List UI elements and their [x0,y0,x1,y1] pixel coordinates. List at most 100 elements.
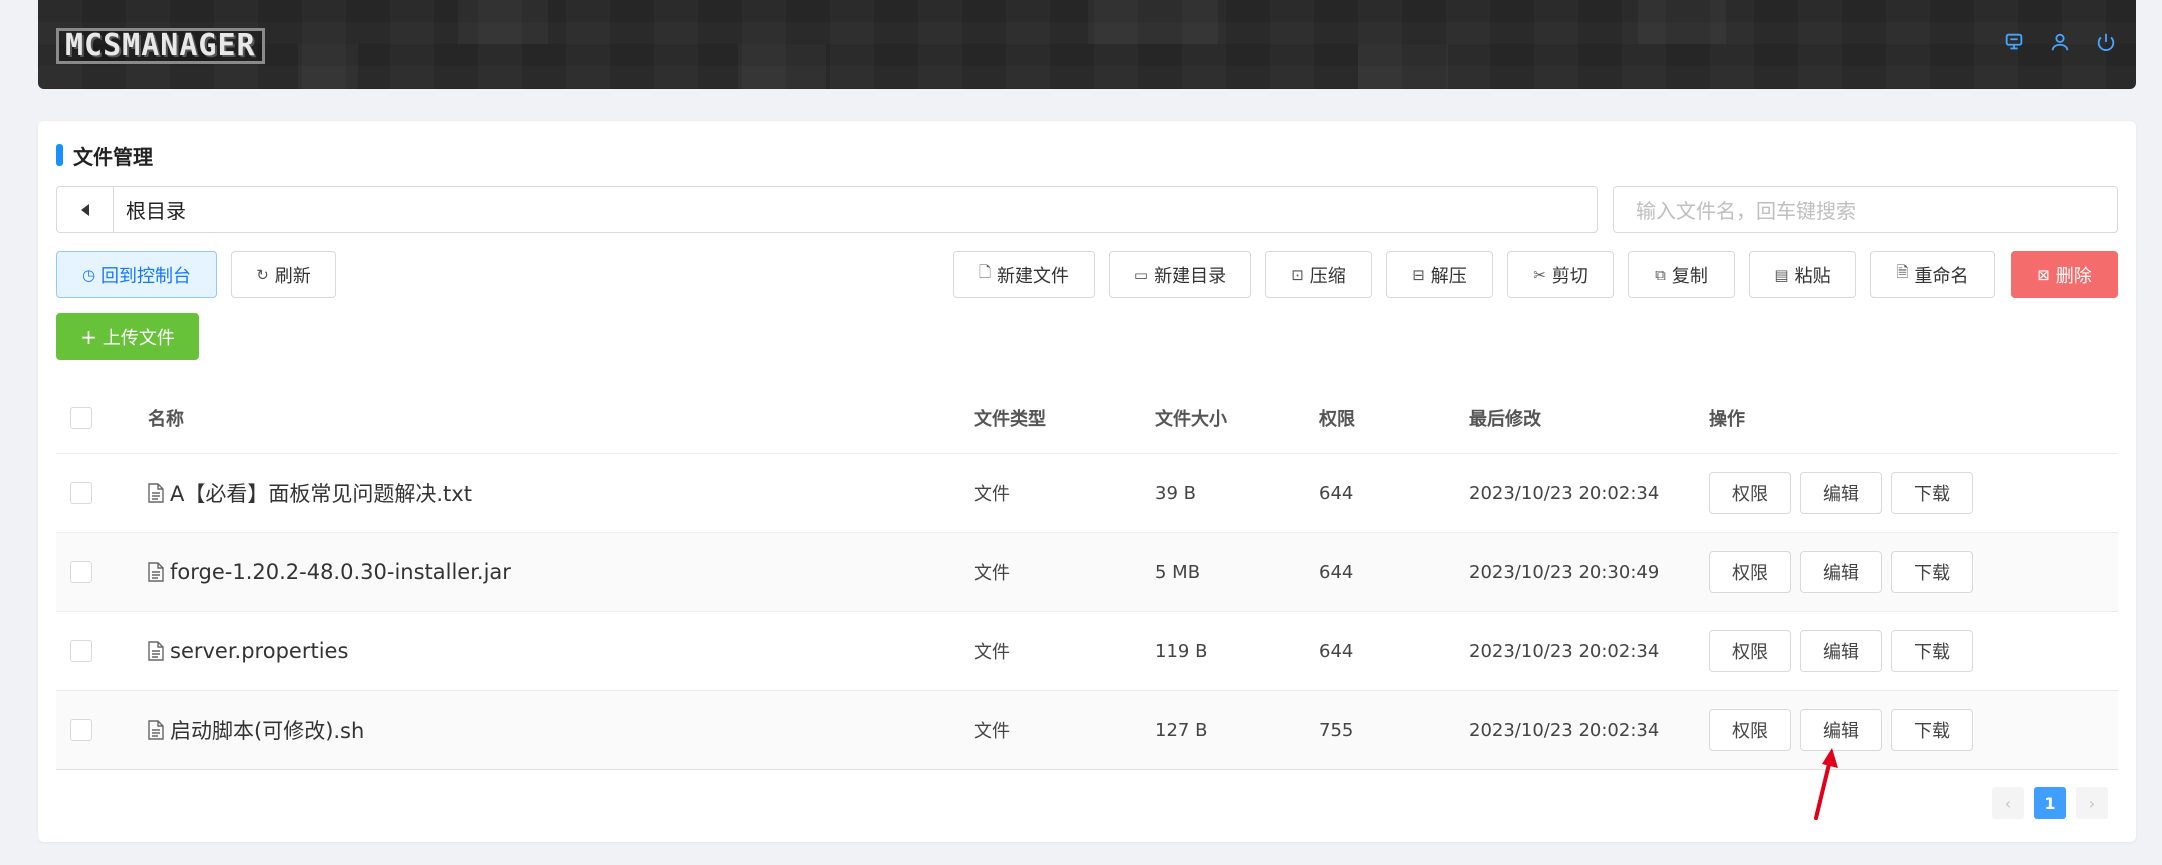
download-button[interactable]: 下载 [1891,551,1973,593]
title-accent-bar [56,144,63,166]
file-modified: 2023/10/23 20:30:49 [1469,561,1660,583]
file-size: 119 B [1155,640,1208,662]
plus-icon: + [80,324,97,349]
permission-button[interactable]: 权限 [1709,551,1791,593]
edit-file-icon: 🗎 [1896,263,1909,281]
file-name-cell[interactable]: server.properties [148,639,974,663]
file-modified: 2023/10/23 20:02:34 [1469,482,1660,504]
unarchive-icon: ⊟ [1412,265,1425,284]
path-input[interactable]: 根目录 [114,186,1598,233]
file-size: 5 MB [1155,561,1201,583]
back-button[interactable] [56,186,114,233]
column-permission: 权限 [1319,409,1355,430]
column-name[interactable]: 名称 [148,405,974,431]
new-file-button[interactable]: 🗋 新建文件 [953,251,1095,298]
file-permission: 644 [1319,482,1354,504]
file-type: 文件 [974,563,1010,584]
prev-page-button[interactable]: ‹ [1992,787,2024,819]
file-name[interactable]: 启动脚本(可修改).sh [170,715,364,745]
refresh-label: 刷新 [274,265,311,287]
back-to-console-button[interactable]: ◷ 回到控制台 [56,251,217,298]
file-icon [148,562,164,582]
top-header: MCSMANAGER [38,0,2136,89]
red-arrow-annotation [1814,748,1838,820]
column-size: 文件大小 [1155,409,1227,430]
file-name[interactable]: server.properties [170,639,348,663]
next-page-button[interactable]: › [2076,787,2108,819]
column-actions: 操作 [1709,409,1745,430]
compress-label: 压缩 [1309,265,1346,287]
archive-icon: ⊡ [1291,265,1304,284]
copy-label: 复制 [1671,265,1708,287]
paste-label: 粘贴 [1794,265,1831,287]
file-name-cell[interactable]: forge-1.20.2-48.0.30-installer.jar [148,560,974,584]
new-directory-button[interactable]: ▭ 新建目录 [1109,251,1251,298]
edit-button[interactable]: 编辑 [1800,551,1882,593]
permission-button[interactable]: 权限 [1709,630,1791,672]
scissors-icon: ✂ [1533,265,1546,284]
permission-button[interactable]: 权限 [1709,709,1791,751]
table-row: A【必看】面板常见问题解决.txt 文件 39 B 644 2023/10/23… [56,454,2118,533]
file-modified: 2023/10/23 20:02:34 [1469,640,1660,662]
edit-button[interactable]: 编辑 [1800,472,1882,514]
header-background-pattern [38,0,2136,89]
cut-button[interactable]: ✂ 剪切 [1507,251,1614,298]
file-permission: 644 [1319,561,1354,583]
delete-button[interactable]: ⊠ 删除 [2011,251,2118,298]
upload-file-button[interactable]: + 上传文件 [56,313,199,360]
download-button[interactable]: 下载 [1891,630,1973,672]
file-name-cell[interactable]: 启动脚本(可修改).sh [148,715,974,745]
user-icon[interactable] [2048,30,2072,54]
back-to-console-label: 回到控制台 [101,265,192,287]
rename-label: 重命名 [1914,265,1969,287]
page-number-button[interactable]: 1 [2034,787,2066,819]
folder-add-icon: ▭ [1133,265,1149,284]
cut-label: 剪切 [1551,265,1588,287]
download-button[interactable]: 下载 [1891,472,1973,514]
copy-icon: ⧉ [1655,265,1666,284]
search-input[interactable]: 输入文件名，回车键搜索 [1613,186,2118,233]
file-modified: 2023/10/23 20:02:34 [1469,719,1660,741]
paste-button[interactable]: ▤ 粘贴 [1749,251,1856,298]
row-checkbox[interactable] [70,640,92,662]
file-type: 文件 [974,642,1010,663]
file-add-icon: 🗋 [978,263,992,281]
header-actions [2002,30,2118,54]
file-manager-card: 文件管理 根目录 输入文件名，回车键搜索 ◷ 回到控制台 ↻ 刷新 🗋 新建文件… [38,121,2136,842]
row-checkbox[interactable] [70,482,92,504]
column-type: 文件类型 [974,409,1046,430]
table-row: server.properties 文件 119 B 644 2023/10/2… [56,612,2118,691]
edit-button[interactable]: 编辑 [1800,630,1882,672]
file-icon [148,483,164,503]
permission-button[interactable]: 权限 [1709,472,1791,514]
app-logo[interactable]: MCSMANAGER [56,28,265,64]
table-header: 名称 文件类型 文件大小 权限 最后修改 操作 [56,383,2118,454]
delete-file-icon: ⊠ [2037,265,2050,284]
file-permission: 644 [1319,640,1354,662]
notification-icon[interactable] [2002,30,2026,54]
select-all-checkbox[interactable] [70,407,92,429]
copy-button[interactable]: ⧉ 复制 [1628,251,1735,298]
compress-button[interactable]: ⊡ 压缩 [1265,251,1372,298]
file-name[interactable]: forge-1.20.2-48.0.30-installer.jar [170,560,511,584]
download-button[interactable]: 下载 [1891,709,1973,751]
table-row: forge-1.20.2-48.0.30-installer.jar 文件 5 … [56,533,2118,612]
rename-button[interactable]: 🗎 重命名 [1870,251,1995,298]
file-icon [148,641,164,661]
power-icon[interactable] [2094,30,2118,54]
file-name[interactable]: A【必看】面板常见问题解决.txt [170,478,472,508]
extract-label: 解压 [1430,265,1467,287]
path-bar: 根目录 [56,186,1598,233]
clock-icon: ◷ [81,265,96,284]
file-table: 名称 文件类型 文件大小 权限 最后修改 操作 A【必看】面板常见问题解决.tx… [56,383,2118,770]
row-checkbox[interactable] [70,561,92,583]
page-title: 文件管理 [73,144,153,169]
file-type: 文件 [974,721,1010,742]
refresh-icon: ↻ [256,265,269,284]
extract-button[interactable]: ⊟ 解压 [1386,251,1493,298]
upload-file-label: 上传文件 [102,327,175,349]
refresh-button[interactable]: ↻ 刷新 [231,251,336,298]
row-checkbox[interactable] [70,719,92,741]
file-name-cell[interactable]: A【必看】面板常见问题解决.txt [148,478,974,508]
caret-left-icon [81,203,89,216]
